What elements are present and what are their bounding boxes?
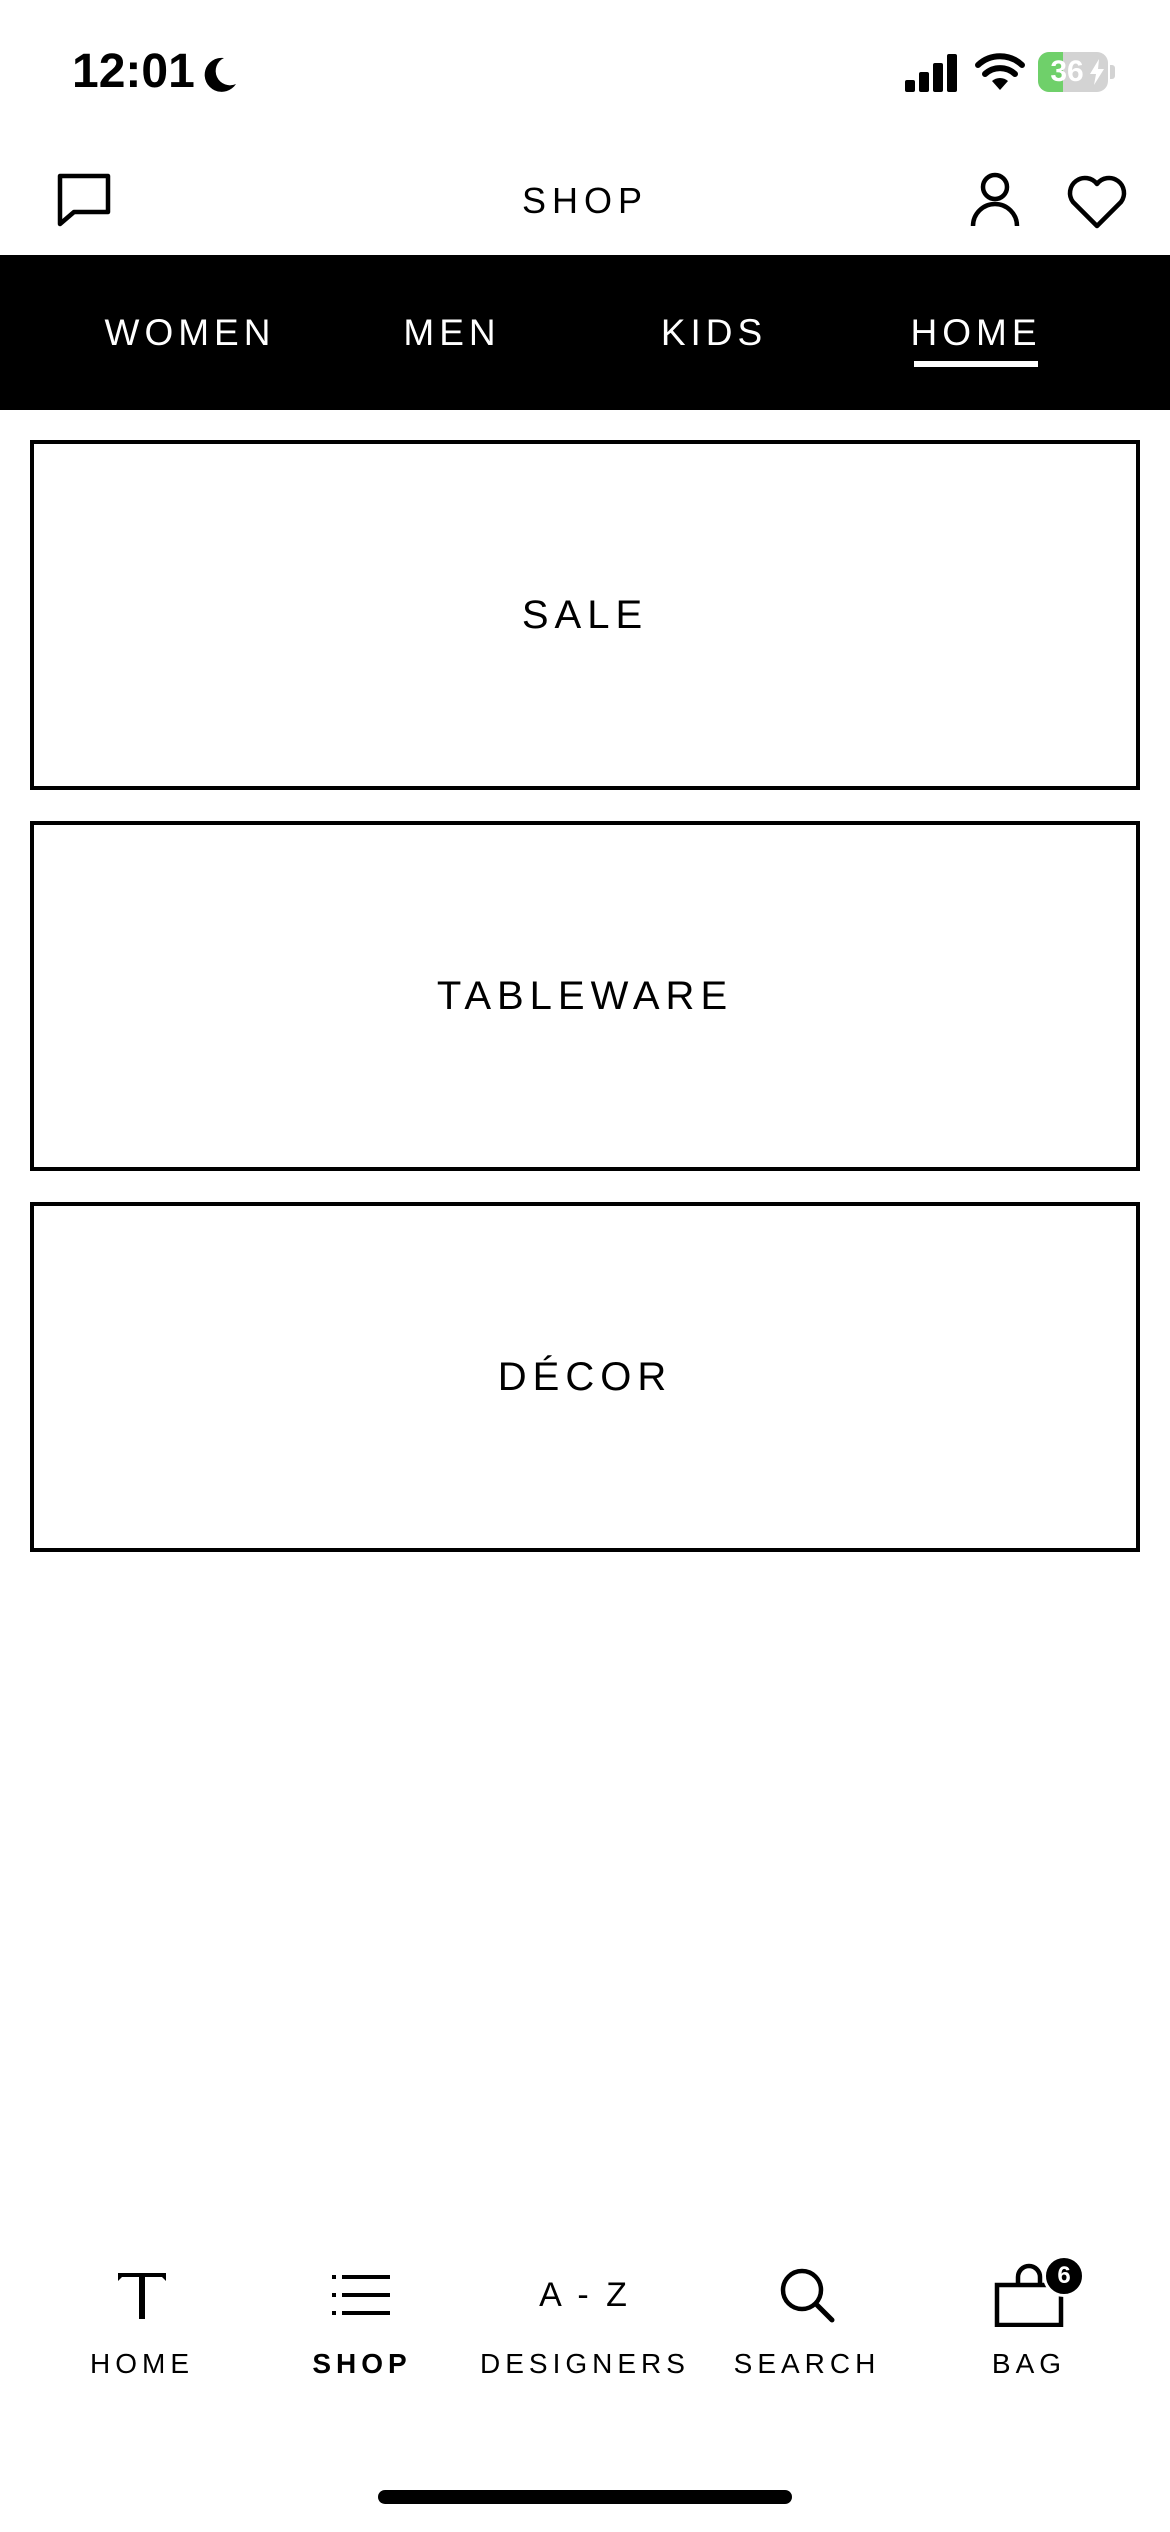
- battery-tip: [1110, 65, 1115, 79]
- tab-label: WOMEN: [104, 311, 276, 353]
- moon-icon: [204, 57, 236, 92]
- nav-label-shop: SHOP: [312, 2348, 412, 2379]
- bottom-nav: HOME SHOP A - Z DESIGNERS SEARCH 6 BAG: [0, 2250, 1170, 2400]
- a-z-icon: A - Z: [539, 2275, 631, 2314]
- app-header: SHOP: [0, 150, 1170, 255]
- category-card-sale[interactable]: SALE: [30, 440, 1140, 790]
- battery-indicator: 36: [1038, 52, 1115, 92]
- shop-screen: 12:01 36 SHOP WOMEN MEN KIDS HOME SALE T…: [0, 0, 1170, 2532]
- nav-label-search: SEARCH: [733, 2348, 881, 2379]
- wifi-icon: [975, 53, 1025, 90]
- nav-item-home[interactable]: HOME: [32, 2250, 252, 2400]
- category-list: SALE TABLEWARE DÉCOR: [30, 440, 1140, 1583]
- category-tabs: WOMEN MEN KIDS HOME: [0, 255, 1170, 410]
- nav-label-bag: BAG: [991, 2348, 1067, 2379]
- nav-item-designers[interactable]: A - Z DESIGNERS: [475, 2250, 695, 2400]
- list-icon: [332, 2275, 390, 2315]
- status-bar: 12:01 36: [0, 0, 1170, 150]
- tab-kids[interactable]: KIDS: [583, 255, 845, 410]
- tab-label: KIDS: [660, 311, 768, 353]
- account-icon[interactable]: [967, 170, 1023, 230]
- cellular-signal-icon: [905, 54, 957, 92]
- nav-label-home: HOME: [90, 2348, 194, 2379]
- bag-count-badge: 6: [1043, 2255, 1085, 2297]
- battery-percent: 36: [1050, 55, 1084, 88]
- category-card-decor[interactable]: DÉCOR: [30, 1202, 1140, 1552]
- tab-home[interactable]: HOME: [845, 255, 1107, 410]
- tab-label: MEN: [403, 311, 501, 353]
- search-icon: [780, 2268, 835, 2323]
- status-time: 12:01: [72, 45, 195, 98]
- category-card-label: SALE: [521, 592, 649, 637]
- tab-men[interactable]: MEN: [321, 255, 583, 410]
- battery-body: 36: [1038, 52, 1108, 92]
- nav-item-bag[interactable]: 6 BAG: [919, 2250, 1139, 2400]
- nav-item-search[interactable]: SEARCH: [697, 2250, 917, 2400]
- nav-item-shop[interactable]: SHOP: [252, 2250, 472, 2400]
- t-logo-icon: [118, 2273, 166, 2319]
- charging-bolt-icon: [1090, 59, 1104, 85]
- category-card-label: TABLEWARE: [436, 973, 734, 1018]
- tab-label: HOME: [910, 311, 1042, 353]
- home-indicator[interactable]: [378, 2490, 792, 2504]
- category-card-label: DÉCOR: [497, 1354, 673, 1399]
- category-card-tableware[interactable]: TABLEWARE: [30, 821, 1140, 1171]
- nav-label-designers: DESIGNERS: [480, 2348, 690, 2379]
- heart-icon[interactable]: [1066, 172, 1128, 230]
- tab-women[interactable]: WOMEN: [59, 255, 321, 410]
